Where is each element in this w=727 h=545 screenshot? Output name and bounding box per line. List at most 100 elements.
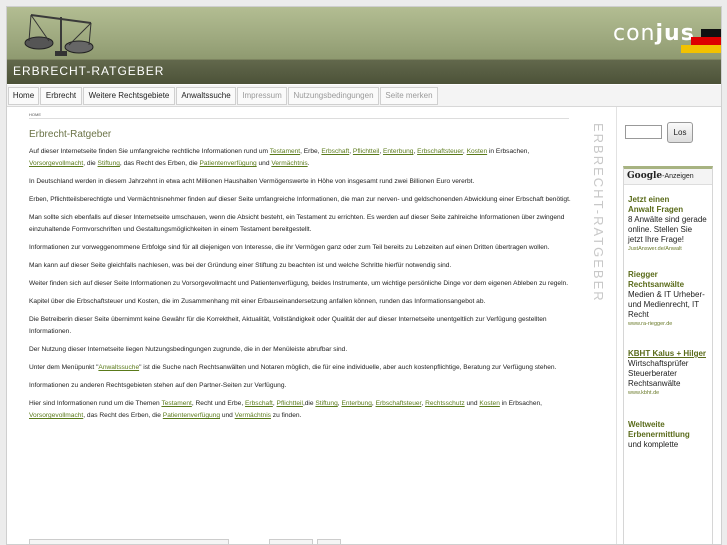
paragraph: Auf dieser Internetseite finden Sie umfa… — [29, 146, 577, 170]
ad-text: 8 Anwälte sind gerade online. Stellen Si… — [628, 215, 707, 244]
nav-erbrecht[interactable]: Erbrecht — [40, 87, 82, 105]
footer-controls — [29, 539, 229, 544]
paragraph-text: Kapitel über die Erbschaftsteuer und Kos… — [29, 298, 486, 305]
ad-title[interactable]: Weltweite — [628, 420, 665, 429]
paragraph: Hier sind Informationen rund um die Them… — [29, 398, 577, 422]
browser-page: conjus ERBRECHT-RATGEBER Home Erbrecht W… — [6, 6, 722, 545]
nav-nutzungsbedingungen[interactable]: Nutzungsbedingungen — [288, 87, 379, 105]
ad-url[interactable]: JustAnswer.de/Anwalt — [628, 246, 708, 252]
inline-link[interactable]: Testament — [161, 400, 191, 407]
google-logo: Google — [627, 171, 663, 181]
main-nav: Home Erbrecht Weitere Rechtsgebiete Anwa… — [7, 85, 721, 107]
ads-header[interactable]: Google-Anzeigen — [624, 169, 712, 185]
nav-anwaltssuche[interactable]: Anwaltssuche — [176, 87, 236, 105]
paragraph-text: zu finden. — [270, 412, 302, 419]
paragraph-text: In Deutschland werden in diesem Jahrzehn… — [29, 178, 475, 185]
ad-url[interactable]: www.ra-riegger.de — [628, 321, 708, 327]
article-body: Auf dieser Internetseite finden Sie umfa… — [29, 146, 577, 422]
ad-title[interactable]: Riegger — [628, 270, 658, 279]
vertical-page-title: ERBRECHT-RATGEBER — [591, 123, 606, 303]
paragraph-text: Man kann auf dieser Seite gleichfalls na… — [29, 262, 452, 269]
inline-link[interactable]: Erbschaftsteuer — [376, 400, 422, 407]
paragraph: Kapitel über die Erbschaftsteuer und Kos… — [29, 296, 577, 308]
paragraph: Unter dem Menüpunkt "Anwaltssuche" ist d… — [29, 362, 577, 374]
inline-link[interactable]: Rechtsschutz — [425, 400, 465, 407]
ad-title[interactable]: Jetzt einen — [628, 195, 669, 204]
ad-item[interactable]: Weltweite Erbenermittlung und komplette — [624, 420, 712, 450]
inline-link[interactable]: Erbschaft — [245, 400, 273, 407]
paragraph: Man sollte sich ebenfalls auf dieser Int… — [29, 212, 577, 236]
inline-link[interactable]: Erbschaftsteuer — [417, 148, 463, 155]
ads-header-suffix: -Anzeigen — [662, 173, 694, 180]
paragraph-text: und — [220, 412, 235, 419]
conjus-logo[interactable]: conjus — [613, 21, 695, 46]
paragraph-text: , Recht und Erbe, — [191, 400, 246, 407]
ad-text: Wirtschaftsprüfer Steuerberater Rechtsan… — [628, 359, 689, 388]
inline-link[interactable]: Vorsorgevollmacht — [29, 412, 83, 419]
nav-home[interactable]: Home — [8, 87, 39, 105]
paragraph-text: " ist die Suche nach Rechtsanwälten und … — [139, 364, 557, 371]
ad-text: Medien & IT Urheber- und Medienrecht, IT… — [628, 290, 705, 319]
paragraph: Man kann auf dieser Seite gleichfalls na… — [29, 260, 577, 272]
header-banner: conjus — [7, 7, 721, 59]
paragraph-text: , Erbe, — [300, 148, 322, 155]
svg-text:ERBRECHT-RATGEBER: ERBRECHT-RATGEBER — [591, 123, 606, 303]
inline-link[interactable]: Patientenverfügung — [163, 412, 220, 419]
paragraph-text: in Erbsachen, — [487, 148, 530, 155]
inline-link[interactable]: Stiftung — [98, 160, 120, 167]
ad-title[interactable]: KBHT Kalus + Hilger — [628, 349, 708, 359]
ad-text: und komplette — [628, 440, 679, 449]
inline-link[interactable]: Vermächtnis — [235, 412, 271, 419]
inline-link[interactable]: Pflichtteil — [277, 400, 303, 407]
paragraph-text: ,die — [302, 400, 316, 407]
ad-url[interactable]: www.kbht.de — [628, 390, 708, 396]
paragraph-text: , die — [83, 160, 98, 167]
paragraph: Weiter finden sich auf dieser Seite Info… — [29, 278, 577, 290]
inline-link[interactable]: Pflichtteil — [353, 148, 379, 155]
inline-link[interactable]: Erbschaft — [321, 148, 349, 155]
ad-title-link[interactable]: Erbenermittlung — [628, 430, 690, 439]
page-title: Erbrecht-Ratgeber — [29, 129, 112, 140]
ad-item[interactable]: Riegger Rechtsanwälte Medien & IT Urhebe… — [624, 270, 712, 327]
breadcrumb[interactable]: HOME — [29, 112, 569, 119]
flag-stripe-black — [701, 29, 721, 37]
paragraph-text: Hier sind Informationen rund um die Them… — [29, 400, 162, 407]
paragraph: Der Nutzung dieser Internetseite liegen … — [29, 344, 577, 356]
ad-title-link[interactable]: Rechtsanwälte — [628, 280, 684, 289]
search-button[interactable]: Los — [667, 122, 693, 143]
inline-link[interactable]: Vermächtnis — [271, 160, 307, 167]
paragraph-text: , das Recht des Erben, die — [83, 412, 163, 419]
nav-seite-merken[interactable]: Seite merken — [380, 87, 438, 105]
flag-stripe-red — [691, 37, 721, 45]
ad-item[interactable]: KBHT Kalus + Hilger Wirtschaftsprüfer St… — [624, 349, 712, 396]
inline-link[interactable]: Kosten — [467, 148, 488, 155]
paragraph-text: Informationen zur vorweggenommene Erbfol… — [29, 244, 550, 251]
inline-link[interactable]: Kosten — [479, 400, 500, 407]
inline-link[interactable]: Patientenverfügung — [199, 160, 256, 167]
paragraph-text: in Erbsachen, — [499, 400, 543, 407]
ad-item[interactable]: Jetzt einen Anwalt Fragen 8 Anwälte sind… — [624, 195, 712, 252]
inline-link[interactable]: Vorsorgevollmacht — [29, 160, 83, 167]
sidebar-divider — [616, 107, 617, 544]
inline-link[interactable]: Enterbung — [341, 400, 371, 407]
inline-link[interactable]: Testament — [270, 148, 300, 155]
footer-button[interactable] — [317, 539, 341, 544]
main-content: HOME Erbrecht-Ratgeber Auf dieser Intern… — [29, 112, 577, 422]
search-input[interactable] — [625, 125, 662, 139]
paragraph: Die Betreiberin dieser Seite übernimmt k… — [29, 314, 577, 338]
site-title-bar: ERBRECHT-RATGEBER — [7, 59, 721, 84]
ad-title-link[interactable]: Anwalt Fragen — [628, 205, 683, 214]
paragraph: Informationen zu anderen Rechtsgebieten … — [29, 380, 577, 392]
scales-of-justice-logo — [24, 14, 94, 56]
paragraph-text: . — [307, 160, 310, 167]
paragraph: In Deutschland werden in diesem Jahrzehn… — [29, 176, 577, 188]
paragraph-text: Unter dem Menüpunkt " — [29, 364, 99, 371]
inline-link[interactable]: Stiftung — [315, 400, 337, 407]
inline-link[interactable]: Enterbung — [383, 148, 413, 155]
nav-impressum[interactable]: Impressum — [237, 87, 287, 105]
inline-link[interactable]: Anwaltssuche — [98, 364, 139, 371]
paragraph-text: und — [256, 160, 272, 167]
nav-weitere-rechtsgebiete[interactable]: Weitere Rechtsgebiete — [83, 87, 175, 105]
google-ads-box: Google-Anzeigen Jetzt einen Anwalt Frage… — [623, 166, 713, 544]
footer-button[interactable] — [269, 539, 313, 544]
